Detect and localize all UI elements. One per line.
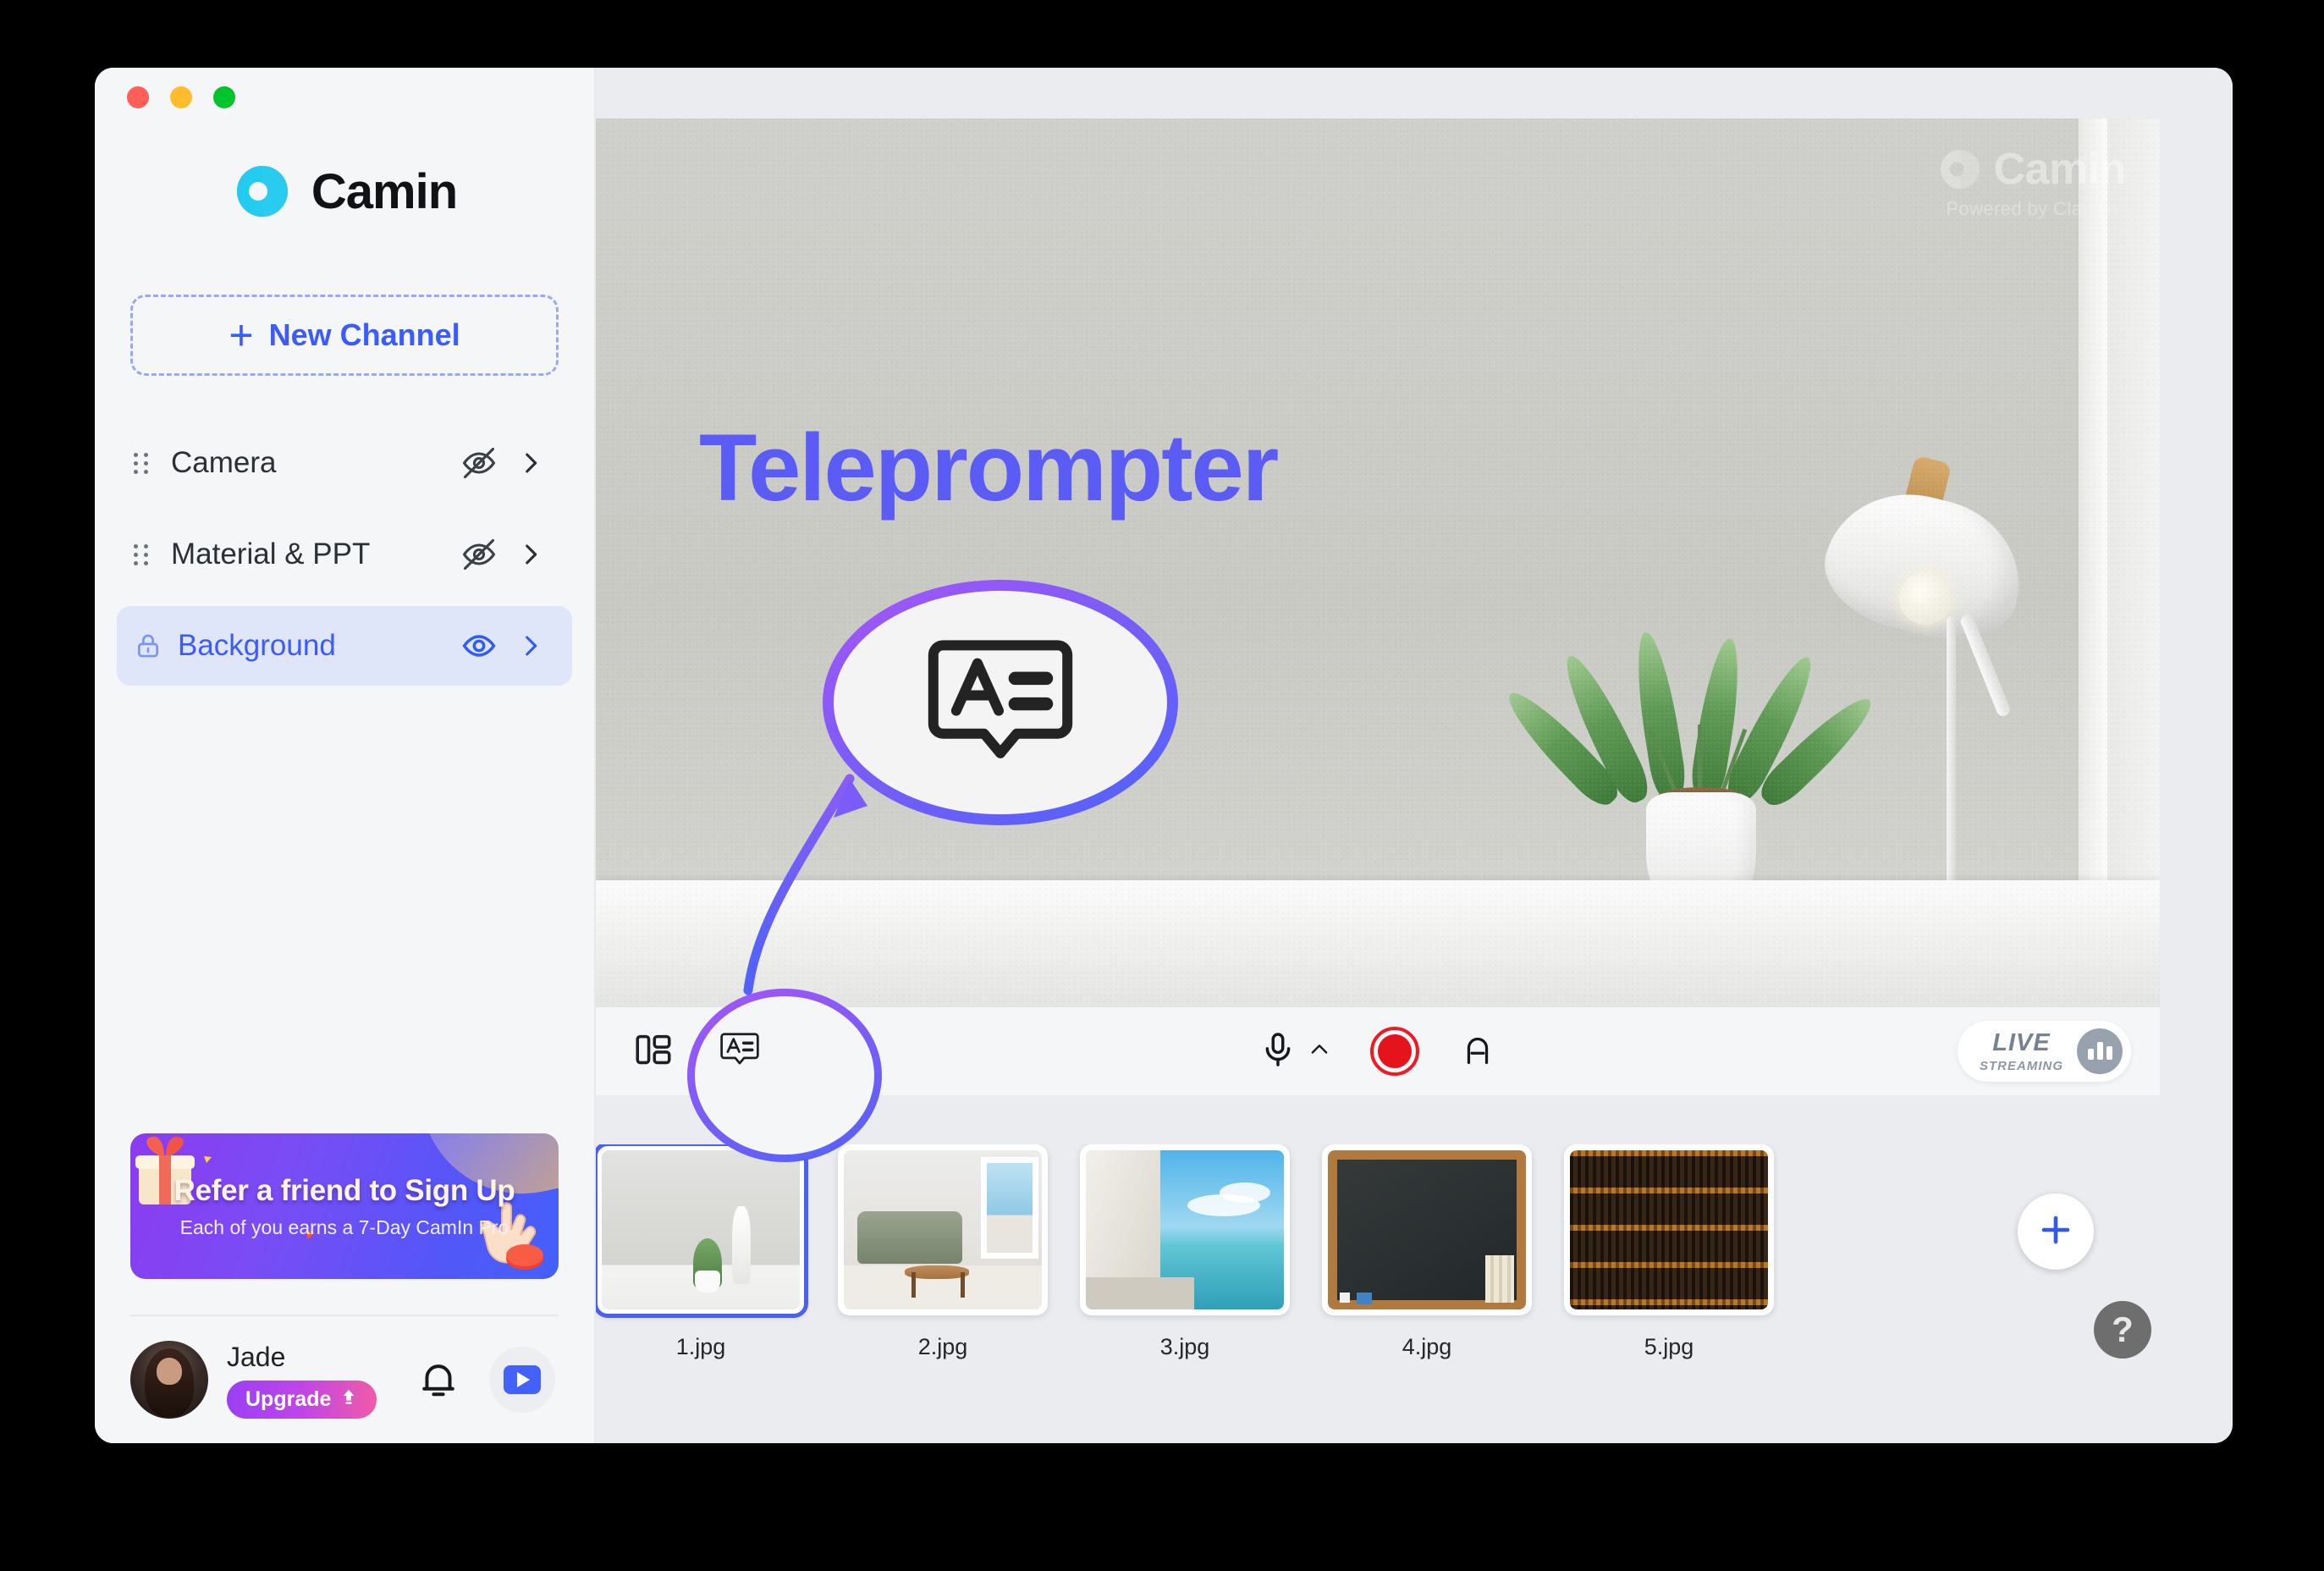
user-name: Jade bbox=[227, 1341, 286, 1372]
plus-icon: + bbox=[229, 311, 254, 359]
grip-icon[interactable] bbox=[134, 452, 152, 474]
sidebar-item-label: Camera bbox=[171, 446, 277, 479]
plus-icon bbox=[2035, 1210, 2076, 1254]
list-item[interactable]: 5.jpg bbox=[1564, 1144, 1774, 1360]
eye-off-icon[interactable] bbox=[455, 536, 503, 573]
referral-banner[interactable]: Refer a friend to Sign Up Each of you ea… bbox=[130, 1133, 559, 1279]
user-meta: Jade Upgrade bbox=[227, 1342, 377, 1419]
thumbnail-filename: 5.jpg bbox=[1644, 1334, 1694, 1359]
stage: Camin Powered by ClassIn Teleprompter LI… bbox=[596, 119, 2160, 1360]
live-streaming-label: LIVE STREAMING bbox=[1980, 1028, 2063, 1073]
help-label: ? bbox=[2112, 1309, 2134, 1349]
background-filmstrip[interactable]: 1.jpg 2.jpg 3.jpg 4.jpg 5.jpg ? bbox=[596, 1144, 2160, 1360]
layout-grid-icon bbox=[632, 1028, 675, 1075]
record-circle-icon bbox=[1378, 1034, 1412, 1068]
thumbnail-filename: 4.jpg bbox=[1402, 1334, 1452, 1359]
wall-corner bbox=[2079, 119, 2107, 1007]
brand-logo: Camin bbox=[95, 161, 594, 222]
bell-icon[interactable] bbox=[415, 1356, 462, 1403]
lock-icon bbox=[134, 631, 164, 660]
toolbar-center-group bbox=[1258, 1027, 1497, 1076]
streaming-label: STREAMING bbox=[1980, 1058, 2063, 1073]
sidebar: Camin + New Channel Camera Material & PP… bbox=[95, 68, 596, 1443]
window-traffic-lights bbox=[95, 68, 594, 108]
thumbnail-filename: 1.jpg bbox=[675, 1334, 726, 1359]
thumbnail-filename: 3.jpg bbox=[1159, 1334, 1210, 1359]
upload-arrow-icon bbox=[339, 1387, 358, 1412]
lamp-decoration bbox=[1804, 445, 2067, 919]
referral-title: Refer a friend to Sign Up bbox=[173, 1173, 515, 1207]
main-area: Camin Powered by ClassIn Teleprompter LI… bbox=[596, 68, 2233, 1443]
close-window-button[interactable] bbox=[127, 86, 149, 108]
user-actions bbox=[415, 1347, 555, 1413]
camin-logo-icon bbox=[1938, 147, 1982, 191]
eye-icon[interactable] bbox=[455, 627, 503, 664]
microphone-button[interactable] bbox=[1258, 1030, 1331, 1073]
maximize-window-button[interactable] bbox=[213, 86, 235, 108]
chevron-right-icon[interactable] bbox=[511, 449, 550, 477]
layout-button[interactable] bbox=[625, 1023, 682, 1080]
referral-subtitle: Each of you earns a 7-Day CamIn Pro bbox=[179, 1215, 509, 1238]
video-preview[interactable]: Camin Powered by ClassIn Teleprompter bbox=[596, 119, 2160, 1007]
thumbnail-filename: 2.jpg bbox=[917, 1334, 968, 1359]
sidebar-item-background[interactable]: Background bbox=[117, 606, 572, 686]
wall-right bbox=[2107, 119, 2160, 1007]
add-background-button[interactable] bbox=[2018, 1193, 2094, 1270]
sidebar-item-label: Material & PPT bbox=[171, 537, 371, 571]
watermark-name: Camin bbox=[1993, 145, 2127, 194]
live-streaming-button[interactable]: LIVE STREAMING bbox=[1958, 1021, 2131, 1082]
camin-logo-icon bbox=[232, 161, 293, 222]
text-tool-button[interactable] bbox=[1458, 1030, 1497, 1073]
new-channel-button[interactable]: + New Channel bbox=[130, 295, 559, 376]
list-item[interactable]: 2.jpg bbox=[838, 1144, 1048, 1360]
background-thumbnail[interactable] bbox=[1322, 1144, 1532, 1315]
text-a-icon bbox=[1458, 1030, 1497, 1073]
confetti-decoration bbox=[203, 1154, 215, 1170]
brand-name: Camin bbox=[311, 163, 458, 219]
avatar[interactable] bbox=[130, 1341, 208, 1419]
annotation-title: Teleprompter bbox=[699, 415, 1279, 521]
video-play-icon bbox=[504, 1365, 541, 1394]
grip-icon[interactable] bbox=[134, 543, 152, 565]
annotation-highlight-ellipse-small bbox=[687, 989, 882, 1162]
upgrade-button[interactable]: Upgrade bbox=[227, 1380, 377, 1419]
background-thumbnail[interactable] bbox=[838, 1144, 1048, 1315]
new-channel-label: New Channel bbox=[268, 317, 460, 352]
list-item[interactable]: 1.jpg bbox=[596, 1144, 808, 1360]
user-bar: Jade Upgrade bbox=[95, 1316, 594, 1443]
sidebar-item-material-ppt[interactable]: Material & PPT bbox=[117, 515, 572, 594]
chevron-right-icon[interactable] bbox=[511, 540, 550, 569]
plant-decoration bbox=[1498, 530, 1881, 919]
background-thumbnail[interactable] bbox=[1080, 1144, 1290, 1315]
toolbar-left-group bbox=[625, 989, 882, 1162]
background-thumbnail[interactable] bbox=[1564, 1144, 1774, 1315]
list-item[interactable]: 4.jpg bbox=[1322, 1144, 1532, 1360]
chevron-up-icon[interactable] bbox=[1308, 1038, 1331, 1066]
background-thumbnail[interactable] bbox=[596, 1144, 808, 1318]
teleprompter-icon bbox=[719, 1029, 761, 1074]
chevron-right-icon[interactable] bbox=[511, 631, 550, 660]
teleprompter-button[interactable] bbox=[687, 989, 882, 1162]
bar-chart-icon bbox=[2077, 1028, 2123, 1074]
minimize-window-button[interactable] bbox=[170, 86, 192, 108]
upgrade-label: Upgrade bbox=[245, 1386, 332, 1411]
camin-watermark: Camin Powered by ClassIn bbox=[1938, 144, 2127, 220]
annotation-arrow bbox=[723, 745, 909, 1003]
sidebar-item-label: Background bbox=[178, 629, 336, 662]
eye-off-icon[interactable] bbox=[455, 444, 503, 482]
video-play-button[interactable] bbox=[489, 1347, 555, 1413]
record-button[interactable] bbox=[1370, 1027, 1419, 1076]
list-item[interactable]: 3.jpg bbox=[1080, 1144, 1290, 1360]
microphone-icon bbox=[1258, 1030, 1297, 1073]
live-label: LIVE bbox=[1992, 1028, 2051, 1056]
watermark-subtitle: Powered by ClassIn bbox=[1946, 198, 2118, 219]
sidebar-item-camera[interactable]: Camera bbox=[117, 423, 572, 503]
help-button[interactable]: ? bbox=[2094, 1301, 2151, 1359]
sidebar-nav: Camera Material & PPT Background bbox=[95, 423, 594, 697]
preview-toolbar: LIVE STREAMING bbox=[596, 989, 2160, 1162]
app-window: Camin + New Channel Camera Material & PP… bbox=[95, 68, 2233, 1443]
